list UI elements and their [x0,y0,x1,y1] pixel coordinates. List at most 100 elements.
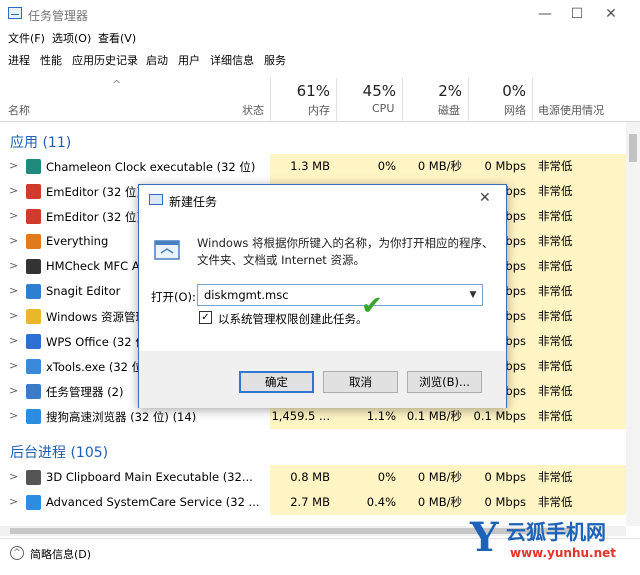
column-header: ^ 名称 状态 61% 内存 45% CPU 2% 磁盘 0% 网络 电源使用情… [0,78,640,122]
window-title: 任务管理器 [28,9,89,23]
ok-button[interactable]: 确定 [239,371,314,393]
disk-percent[interactable]: 2% [408,82,462,100]
column-network[interactable]: 网络 [504,102,526,118]
dialog-title: 新建任务 [169,195,218,209]
maximize-button[interactable]: ☐ [562,4,592,24]
tab-users[interactable]: 用户 [178,52,200,68]
column-disk[interactable]: 磁盘 [438,102,460,118]
chevron-down-icon[interactable]: ▼ [465,285,481,305]
new-task-dialog: 新建任务 ✕ Windows 将根据你所键入的名称，为你打开相应的程序、文件夹、… [138,184,507,408]
column-memory[interactable]: 内存 [308,102,330,118]
tab-startup[interactable]: 启动 [146,52,168,68]
process-name: 搜狗高速浏览器 (32 位) (14) [46,410,197,424]
power-cell: 非常低 [532,154,630,179]
column-power[interactable]: 电源使用情况 [538,102,604,118]
disk-cell: 0 MB/秒 [402,154,468,179]
app-icon [26,384,41,399]
dialog-title-bar: 新建任务 ✕ [139,185,506,215]
expand-chevron-icon[interactable]: > [9,495,18,508]
minimize-button[interactable]: — [530,4,560,24]
power-cell: 非常低 [532,354,630,379]
tab-services[interactable]: 服务 [264,52,286,68]
title-bar: 任务管理器 — ☐ ✕ [0,0,640,28]
run-program-icon [154,240,180,260]
expand-chevron-icon[interactable]: > [9,470,18,483]
cpu-cell: 0.4% [336,490,402,515]
expand-chevron-icon[interactable]: > [9,209,18,222]
expand-chevron-icon[interactable]: > [9,334,18,347]
admin-checkbox-label[interactable]: 以系统管理权限创建此任务。 [218,311,368,327]
process-name: Chameleon Clock executable (32 位) [46,160,256,174]
watermark-title: 云狐手机网 [506,520,606,544]
expand-chevron-icon[interactable]: > [9,184,18,197]
process-name: EmEditor (32 位) [46,210,141,224]
vertical-scrollbar[interactable] [626,122,640,526]
process-name: Everything [46,234,109,248]
sort-chevron-icon: ^ [112,78,122,91]
app-icon [26,309,41,324]
process-name: WPS Office (32 位 [46,335,147,349]
net-percent[interactable]: 0% [474,82,526,100]
power-cell: 非常低 [532,379,630,404]
tab-app-history[interactable]: 应用历史记录 [72,52,138,68]
process-name: HMCheck MFC Ap [46,259,147,273]
expand-chevron-icon[interactable]: > [9,259,18,272]
column-cpu[interactable]: CPU [372,102,394,115]
app-icon [26,470,41,485]
process-name: 3D Clipboard Main Executable (32... [46,470,253,484]
column-status[interactable]: 状态 [242,102,264,118]
tab-performance[interactable]: 性能 [40,52,62,68]
expand-chevron-icon[interactable]: > [9,359,18,372]
watermark-url: www.yunhu.net [510,546,617,560]
process-name: Windows 资源管理 [46,310,147,324]
app-icon [26,359,41,374]
expand-chevron-icon[interactable]: > [9,159,18,172]
expand-chevron-icon[interactable]: > [9,384,18,397]
tab-details[interactable]: 详细信息 [210,52,254,68]
tab-processes[interactable]: 进程 [8,52,30,68]
fewer-details-link[interactable]: 简略信息(D) [30,546,91,562]
memory-cell: 0.8 MB [270,465,336,490]
open-label: 打开(O): [151,290,196,304]
disk-cell: 0 MB/秒 [402,490,468,515]
dialog-close-button[interactable]: ✕ [479,190,491,206]
power-cell: 非常低 [532,254,630,279]
network-cell: 0 Mbps [468,465,532,490]
menu-file[interactable]: 文件(F) [8,30,45,46]
app-icon [26,259,41,274]
process-row[interactable]: >3D Clipboard Main Executable (32... 0.8 … [0,465,640,490]
admin-checkbox[interactable]: ✓ [199,311,212,324]
memory-cell: 1.3 MB [270,154,336,179]
watermark: Y 云狐手机网 www.yunhu.net [470,512,638,572]
mem-percent[interactable]: 61% [276,82,330,100]
expand-chevron-icon[interactable]: > [9,409,18,422]
scroll-thumb[interactable] [629,134,637,162]
section-apps: 应用 (11) [10,135,72,151]
menu-options[interactable]: 选项(O) [52,30,91,46]
browse-button[interactable]: 浏览(B)... [407,371,482,393]
app-icon [26,409,41,424]
close-button[interactable]: ✕ [596,4,626,24]
power-cell: 非常低 [532,229,630,254]
network-cell: 0 Mbps [468,154,532,179]
task-manager-icon [8,7,22,19]
tab-bar: 进程 性能 应用历史记录 启动 用户 详细信息 服务 [0,50,640,70]
chevron-up-icon[interactable]: ^ [10,546,24,560]
power-cell: 非常低 [532,204,630,229]
power-cell: 非常低 [532,329,630,354]
dialog-message: Windows 将根据你所键入的名称，为你打开相应的程序、文件夹、文档或 Int… [197,236,494,267]
app-icon [26,284,41,299]
cpu-percent[interactable]: 45% [342,82,396,100]
expand-chevron-icon[interactable]: > [9,234,18,247]
expand-chevron-icon[interactable]: > [9,309,18,322]
column-name[interactable]: 名称 [8,102,30,118]
process-row[interactable]: > Chameleon Clock executable (32 位) 1.3 MB… [0,154,640,179]
disk-cell: 0 MB/秒 [402,465,468,490]
memory-cell: 2.7 MB [270,490,336,515]
power-cell: 非常低 [532,179,630,204]
menu-view[interactable]: 查看(V) [98,30,136,46]
cancel-button[interactable]: 取消 [323,371,398,393]
process-name: 任务管理器 (2) [46,385,124,399]
expand-chevron-icon[interactable]: > [9,284,18,297]
open-input[interactable]: diskmgmt.msc [197,284,483,306]
